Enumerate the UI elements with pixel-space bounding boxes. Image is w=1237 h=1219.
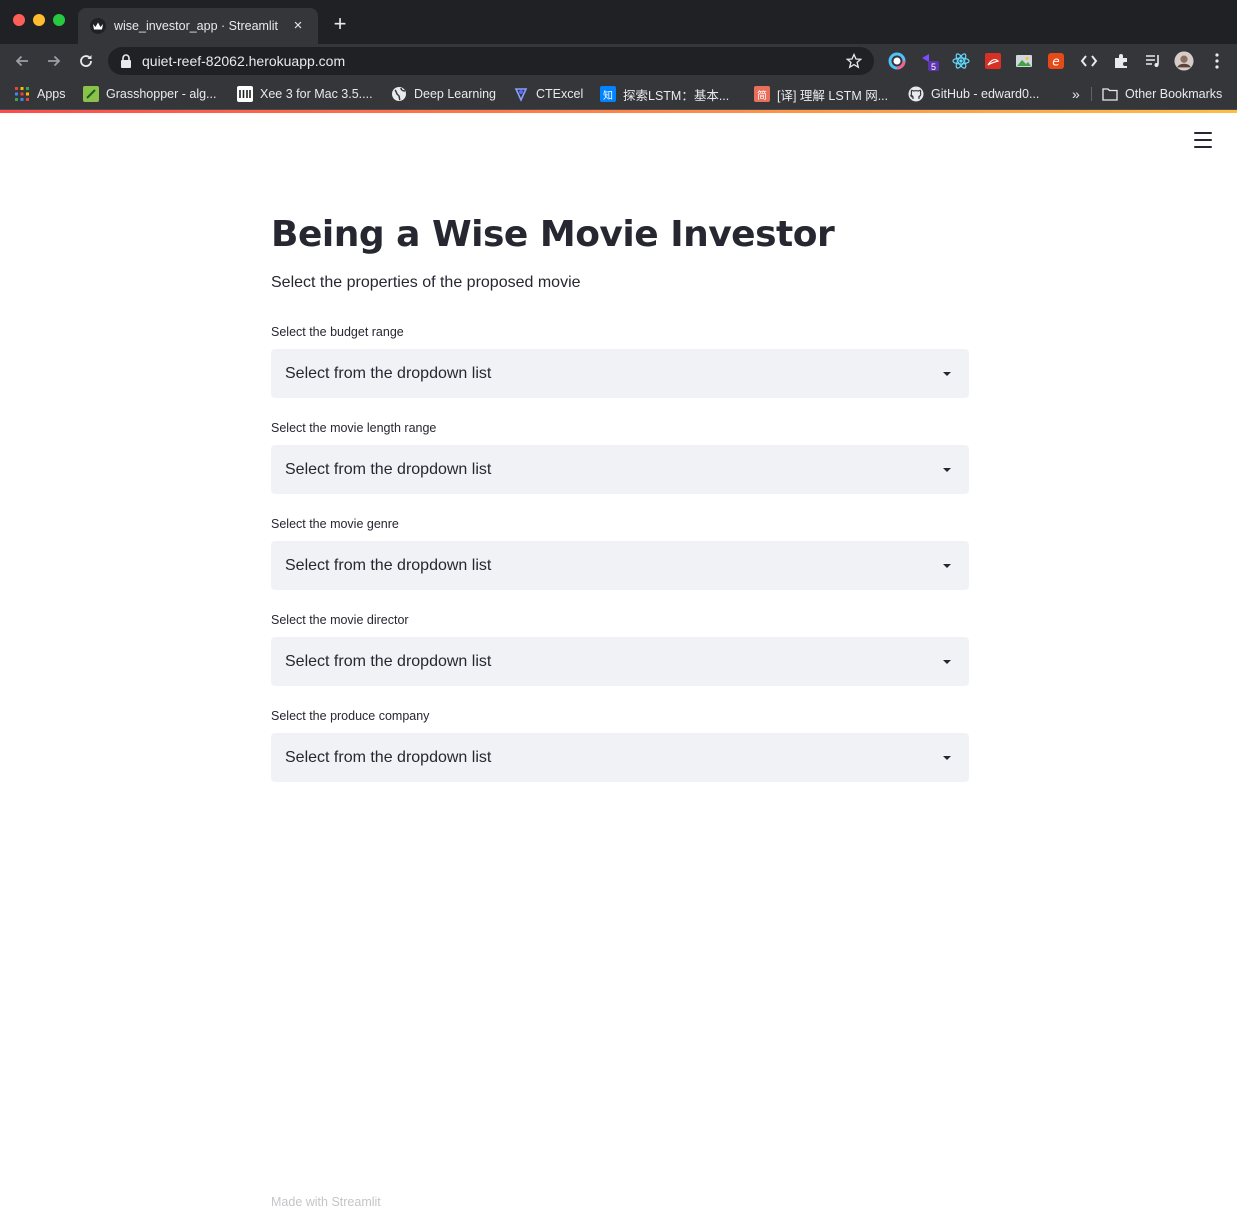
bookmarks-bar: Apps Grasshopper - alg... Xee 3 for Mac … [0,78,1237,110]
github-icon [908,86,924,102]
movie-length-select[interactable]: Select from the dropdown list [271,445,969,494]
tab-close-icon[interactable]: × [290,18,306,34]
other-bookmarks[interactable]: Other Bookmarks [1102,84,1222,104]
svg-text:e: e [1052,55,1059,69]
xee-icon [237,86,253,102]
made-with-streamlit-link[interactable]: Made with Streamlit [271,1195,381,1209]
field-label: Select the produce company [271,709,430,723]
select-value: Select from the dropdown list [285,460,492,478]
profile-avatar-icon[interactable] [1174,51,1194,71]
streamlit-header-decoration [0,110,1237,113]
movie-director-select[interactable]: Select from the dropdown list [271,637,969,686]
bookmark-label: Grasshopper - alg... [106,87,217,101]
field-label: Select the movie director [271,613,409,627]
hamburger-menu-icon[interactable] [1194,132,1212,148]
extension-badge-icon[interactable]: 5 [920,51,940,72]
budget-range-select[interactable]: Select from the dropdown list [271,349,969,398]
movie-length-field: Select the movie length range Select fro… [271,419,969,494]
maximize-window-button[interactable] [53,14,65,26]
puzzle-extensions-icon[interactable] [1111,51,1131,71]
bookmark-star-icon[interactable] [846,53,862,69]
select-value: Select from the dropdown list [285,556,492,574]
browser-toolbar: quiet-reef-82062.herokuapp.com 5 e [0,44,1237,78]
caret-down-icon [943,755,951,760]
bookmarks-overflow-button[interactable]: » [1072,84,1080,104]
bookmark-label: GitHub - edward0... [931,87,1040,101]
streamlit-crown-icon [90,18,106,34]
bookmark-xee[interactable]: Xee 3 for Mac 3.5.... [237,84,373,104]
extension-badge-count: 5 [931,62,937,72]
back-arrow-icon[interactable] [11,50,33,72]
bookmarks-divider [1091,87,1092,101]
minimize-window-button[interactable] [33,14,45,26]
bookmark-lstm-zhihu[interactable]: 知 探索LSTM：基本... [600,84,729,104]
movie-genre-select[interactable]: Select from the dropdown list [271,541,969,590]
bookmark-label: Apps [37,87,66,101]
bookmark-deep-learning[interactable]: Deep Learning [391,84,496,104]
produce-company-field: Select the produce company Select from t… [271,707,969,782]
page-subtitle: Select the properties of the proposed mo… [271,274,581,291]
field-label: Select the budget range [271,325,404,339]
field-label: Select the movie genre [271,517,399,531]
new-tab-button[interactable]: + [330,13,350,35]
budget-range-field: Select the budget range Select from the … [271,323,969,398]
select-value: Select from the dropdown list [285,748,492,766]
page-title: Being a Wise Movie Investor [271,214,835,255]
acrobat-icon[interactable] [983,51,1003,71]
caret-down-icon [943,563,951,568]
grasshopper-icon [83,86,99,102]
bookmark-label: Deep Learning [414,87,497,101]
bookmark-lstm-jianshu[interactable]: 简 [译] 理解 LSTM 网... [754,84,888,104]
movie-director-field: Select the movie director Select from th… [271,611,969,686]
zhihu-icon: 知 [600,86,616,102]
globe-icon [391,86,407,102]
select-value: Select from the dropdown list [285,652,492,670]
bookmark-grasshopper[interactable]: Grasshopper - alg... [83,84,216,104]
caret-down-icon [943,467,951,472]
bookmark-label: CTExcel [536,87,584,101]
bookmark-label: [译] 理解 LSTM 网... [777,88,889,103]
double-chevron-icon: » [1072,86,1080,102]
address-bar[interactable]: quiet-reef-82062.herokuapp.com [108,47,874,75]
image-extension-icon[interactable] [1014,51,1034,71]
bookmark-label: Xee 3 for Mac 3.5.... [260,87,373,101]
reload-icon[interactable] [75,50,97,72]
close-window-button[interactable] [13,14,25,26]
caret-down-icon [943,371,951,376]
react-devtools-icon[interactable] [951,51,971,71]
e-extension-icon[interactable]: e [1046,51,1066,71]
chrome-menu-icon[interactable] [1207,51,1227,71]
caret-down-icon [943,659,951,664]
other-bookmarks-label: Other Bookmarks [1125,87,1223,101]
field-label: Select the movie length range [271,421,437,435]
browser-titlebar: wise_investor_app · Streamlit × + [0,0,1237,44]
code-extension-icon[interactable] [1079,51,1099,71]
url-text[interactable]: quiet-reef-82062.herokuapp.com [142,53,846,69]
bookmark-github[interactable]: GitHub - edward0... [908,84,1039,104]
produce-company-select[interactable]: Select from the dropdown list [271,733,969,782]
lock-icon[interactable] [120,54,132,68]
color-picker-extension-icon[interactable] [887,51,907,71]
movie-genre-field: Select the movie genre Select from the d… [271,515,969,590]
bookmark-label: 探索LSTM：基本... [623,88,730,103]
apps-grid-icon [14,86,30,102]
ctexcel-icon [513,86,529,102]
app-main: Being a Wise Movie Investor Select the p… [271,205,969,782]
browser-tab[interactable]: wise_investor_app · Streamlit × [78,8,318,44]
tab-title: wise_investor_app · Streamlit [114,19,278,33]
select-value: Select from the dropdown list [285,364,492,382]
jianshu-icon: 简 [754,86,770,102]
bookmark-apps[interactable]: Apps [14,84,66,104]
folder-icon [1102,86,1118,102]
media-control-icon[interactable] [1143,51,1163,71]
bookmark-ctexcel[interactable]: CTExcel [513,84,583,104]
forward-arrow-icon[interactable] [43,50,65,72]
